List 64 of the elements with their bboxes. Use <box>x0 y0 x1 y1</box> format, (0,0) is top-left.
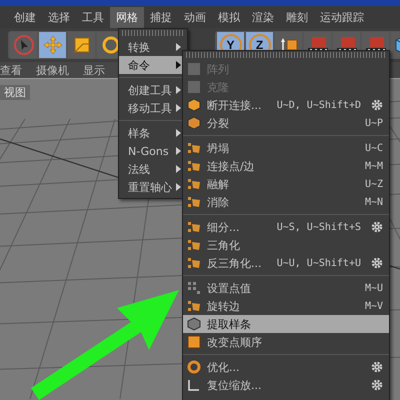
submenu-item[interactable]: 转换 <box>119 38 187 56</box>
submenu-arrow-icon <box>176 43 181 51</box>
menu-command[interactable]: 设置点值 M~U <box>183 279 389 297</box>
viewport-label: 视图 <box>0 85 30 100</box>
submenu-arrow-icon <box>176 183 181 191</box>
submenu-arrow-icon <box>176 165 181 173</box>
command-icon <box>187 299 201 313</box>
menu-command[interactable]: 融解 U~Z <box>183 175 389 193</box>
submenu-arrow-icon <box>176 104 181 112</box>
menu-command[interactable]: 反三角化... U~U, U~Shift+U <box>183 254 389 272</box>
viewport-menu-item[interactable]: 摄像机 <box>36 62 69 78</box>
command-icon <box>187 98 201 112</box>
submenu-arrow-icon <box>176 86 181 94</box>
menu-command[interactable]: 三角化 <box>183 236 389 254</box>
command-icon <box>187 238 201 252</box>
menu-item[interactable]: 运动跟踪 <box>314 6 370 28</box>
command-icon <box>187 195 201 209</box>
viewport-menu-item[interactable]: 查看 <box>0 62 22 78</box>
menu-command[interactable]: 连接点/边 M~M <box>183 157 389 175</box>
settings-icon[interactable] <box>371 99 383 111</box>
menu-item[interactable]: 动画 <box>178 6 212 28</box>
command-icon <box>187 281 201 295</box>
menu-command[interactable]: 坍塌 U~C <box>183 139 389 157</box>
menu-command[interactable]: 复位缩放... <box>183 376 389 394</box>
command-icon <box>187 317 201 331</box>
menu-item[interactable]: 渲染 <box>246 6 280 28</box>
settings-icon[interactable] <box>371 221 383 233</box>
cursor-icon <box>12 34 34 56</box>
command-icon <box>187 220 201 234</box>
menu-item[interactable]: 捕捉 <box>144 6 178 28</box>
command-icon <box>187 116 201 130</box>
command-icon <box>187 360 201 374</box>
settings-icon[interactable] <box>371 257 383 269</box>
menu-command[interactable]: 细分... U~S, U~Shift+S <box>183 218 389 236</box>
command-icon <box>187 378 201 392</box>
menu-command[interactable]: 消除 M~N <box>183 193 389 211</box>
command-icon <box>187 141 201 155</box>
menu-command[interactable]: 断开连接... U~D, U~Shift+D <box>183 96 389 114</box>
command-icon <box>187 335 201 349</box>
scale-tool-button[interactable] <box>68 32 95 58</box>
menu-item[interactable]: 工具 <box>76 6 110 28</box>
settings-icon[interactable] <box>371 361 383 373</box>
submenu-arrow-icon <box>176 147 181 155</box>
menu-command[interactable]: 分裂 U~P <box>183 114 389 132</box>
menu-item[interactable]: 创建 <box>8 6 42 28</box>
menu-item[interactable]: 模拟 <box>212 6 246 28</box>
command-icon <box>187 80 201 94</box>
submenu-arrow-icon <box>176 61 181 69</box>
viewport-menu-item[interactable]: 显示 <box>83 62 105 78</box>
settings-icon[interactable] <box>371 379 383 391</box>
command-icon <box>187 62 201 76</box>
menu-command[interactable]: 优化... <box>183 358 389 376</box>
menu-command[interactable]: 提取样条 <box>183 315 389 333</box>
menu-item[interactable]: 选择 <box>42 6 76 28</box>
command-icon <box>187 159 201 173</box>
command-icon <box>187 256 201 270</box>
cursor-tool-button[interactable] <box>10 32 37 58</box>
menu-item[interactable]: 网格 <box>110 6 144 28</box>
submenu-arrow-icon <box>176 129 181 137</box>
menu-command[interactable]: 改变点顺序 <box>183 333 389 351</box>
move-arrows-icon <box>42 34 64 56</box>
menu-item[interactable]: 雕刻 <box>280 6 314 28</box>
menu-command[interactable]: 旋转边 M~V <box>183 297 389 315</box>
command-icon <box>187 177 201 191</box>
